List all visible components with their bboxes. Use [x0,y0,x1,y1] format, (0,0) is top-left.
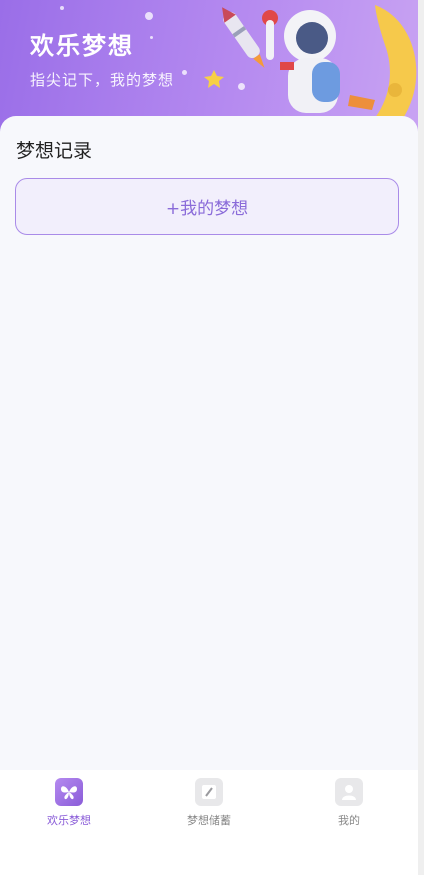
banner-title: 欢乐梦想 [30,32,134,60]
butterfly-icon [55,778,83,806]
bottom-tab-bar: 欢乐梦想 梦想储蓄 我的 [0,770,418,875]
tab-happy-dream[interactable]: 欢乐梦想 [14,778,124,828]
tab-dream-savings[interactable]: 梦想储蓄 [154,778,264,828]
star-dot [150,36,153,39]
dream-records-card: 梦想记录 +我的梦想 [0,116,418,770]
scrollbar-track [418,0,424,875]
section-title: 梦想记录 [16,140,93,162]
note-pen-icon [195,778,223,806]
user-icon [335,778,363,806]
star-dot [60,6,64,10]
tab-label: 梦想储蓄 [187,814,231,827]
star-dot [145,12,153,20]
star-dot [182,70,187,75]
tab-mine[interactable]: 我的 [294,778,404,828]
tab-label: 欢乐梦想 [47,814,91,827]
add-dream-button[interactable]: +我的梦想 [15,178,399,235]
tab-label: 我的 [338,814,360,827]
banner-subtitle: 指尖记下，我的梦想 [30,71,175,89]
